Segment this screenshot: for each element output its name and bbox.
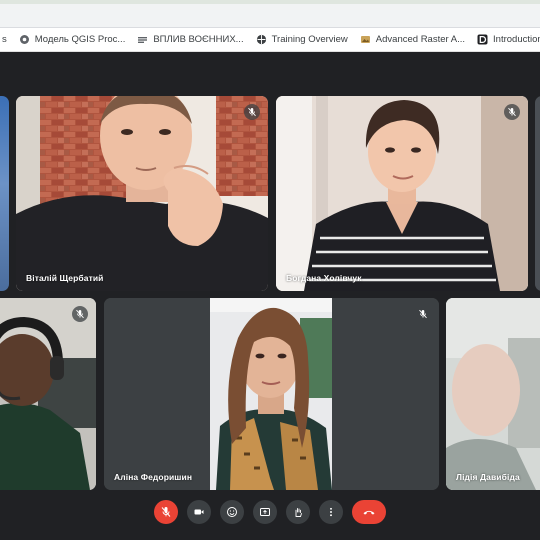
bookmark-item[interactable]: ВПЛИВ ВОЄННИХ... [131,34,249,45]
raise-hand-icon [295,508,302,517]
mic-muted-icon [504,104,520,120]
participant-name: Віталій Щербатий [26,273,104,283]
raise-hand-button[interactable] [286,500,310,524]
present-screen-button[interactable] [253,500,277,524]
globe-icon [256,34,267,45]
bookmark-label: Модель QGIS Proc... [34,34,126,45]
participant-tile-partial-left[interactable] [0,96,9,291]
bookmark-label: ВПЛИВ ВОЄННИХ... [153,34,244,45]
browser-toolbar [0,0,540,28]
mic-muted-icon [244,104,260,120]
qgis-icon [19,34,30,45]
participant-tile-lidiia[interactable]: Лідія Давибіда [446,298,540,490]
raster-icon [360,34,371,45]
bookmark-item[interactable]: Модель QGIS Proc... [13,34,132,45]
address-bar-edge [0,0,540,4]
participant-tile-vitalii[interactable]: Віталій Щербатий [16,96,268,291]
bookmark-item[interactable]: Advanced Raster A... [354,34,471,45]
bookmark-label: Training Overview [271,34,348,45]
participant-video-vitalii [16,96,268,291]
more-options-icon [330,507,332,517]
participant-tile-headset[interactable] [0,298,96,490]
mic-muted-icon [415,306,431,322]
emoji-icon [227,507,237,517]
mic-muted-icon [72,306,88,322]
participant-tile-alina[interactable]: Аліна Федоришин [104,298,439,490]
camera-icon [194,509,204,515]
participant-tile-partial-right[interactable] [535,96,540,291]
microphone-toggle-button[interactable] [154,500,178,524]
bookmark-label: Advanced Raster A... [375,34,466,45]
participant-name: Богдана Холівчук [286,273,362,283]
more-options-button[interactable] [319,500,343,524]
participant-tile-bohdana[interactable]: Богдана Холівчук [276,96,528,291]
camera-toggle-button[interactable] [187,500,211,524]
call-controls-bar [0,500,540,530]
participant-video-bohdana [276,96,528,291]
bookmark-label: Introduction to Ras... [493,34,540,45]
participant-video-alina [104,298,439,490]
leave-call-button[interactable] [352,500,386,524]
mic-off-icon [161,507,171,517]
participant-name: Аліна Федоришин [114,472,193,482]
participant-video-headset [0,298,96,490]
d-logo-icon [477,34,488,45]
participant-video-lidiia [446,298,540,490]
hang-up-icon [363,510,375,515]
meeting-stage: Віталій Щербатий Богдана Холівчук Аліна … [0,53,540,540]
bookmark-item[interactable]: s [0,34,13,45]
doc-icon [137,34,148,45]
bookmark-item[interactable]: Introduction to Ras... [471,34,540,45]
participant-name: Лідія Давибіда [456,472,520,482]
bookmark-label: s [2,34,7,45]
bookmark-item[interactable]: Training Overview [250,34,354,45]
bookmarks-bar: s Модель QGIS Proc... ВПЛИВ ВОЄННИХ... T… [0,28,540,52]
reactions-button[interactable] [220,500,244,524]
present-icon [260,508,270,516]
